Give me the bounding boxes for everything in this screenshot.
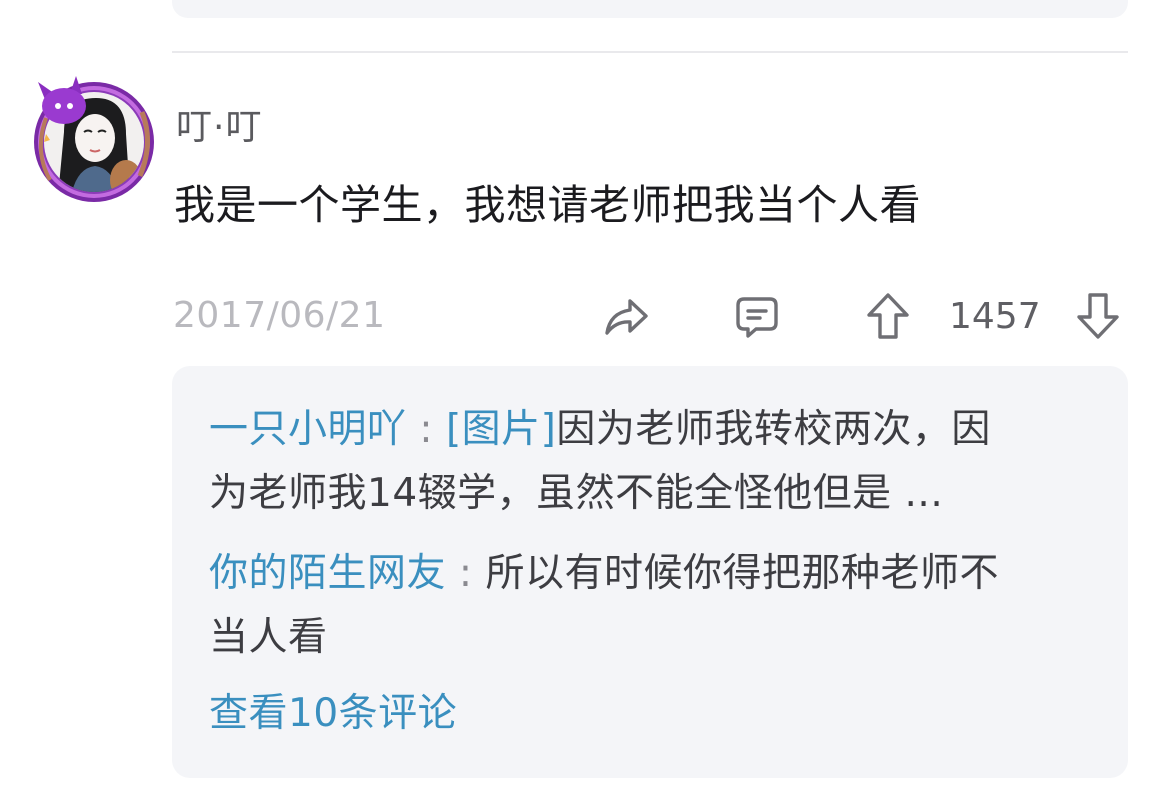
reply-separator: :: [446, 551, 486, 596]
reply-author[interactable]: 一只小明吖: [209, 407, 407, 452]
reply-text-continued: 为老师我14辍学，虽然不能全怪他但是 ...: [209, 471, 944, 516]
reply-text: 因为老师我转校两次，因: [556, 407, 991, 452]
reply-item[interactable]: 你的陌生网友 : 所以有时候你得把那种老师不 当人看: [209, 542, 1109, 670]
upvote-arrow-icon[interactable]: [864, 291, 912, 341]
comment-thread-page: 叮·叮 我是一个学生，我想请老师把我当个人看 2017/06/21 1457 一…: [0, 0, 1176, 798]
previous-reply-box: [172, 0, 1128, 18]
reply-image-tag[interactable]: [图片]: [446, 407, 556, 452]
comment-text: 我是一个学生，我想请老师把我当个人看: [174, 181, 921, 229]
replies-box: 一只小明吖 : [图片]因为老师我转校两次，因 为老师我14辍学，虽然不能全怪他…: [172, 366, 1128, 778]
vote-count: 1457: [949, 296, 1041, 337]
reply-author[interactable]: 你的陌生网友: [209, 551, 446, 596]
downvote-arrow-icon[interactable]: [1074, 291, 1122, 341]
reply-text: 所以有时候你得把那种老师不: [485, 551, 999, 596]
comment-icon[interactable]: [734, 294, 780, 340]
share-icon[interactable]: [602, 292, 650, 340]
divider: [172, 51, 1128, 53]
reply-item[interactable]: 一只小明吖 : [图片]因为老师我转校两次，因 为老师我14辍学，虽然不能全怪他…: [209, 398, 1109, 526]
comment-username[interactable]: 叮·叮: [176, 98, 262, 150]
reply-text-continued: 当人看: [209, 615, 328, 660]
view-more-comments-link[interactable]: 查看10条评论: [209, 682, 457, 738]
reply-separator: :: [406, 407, 446, 452]
avatar[interactable]: [28, 72, 160, 206]
comment-date: 2017/06/21: [173, 295, 386, 336]
